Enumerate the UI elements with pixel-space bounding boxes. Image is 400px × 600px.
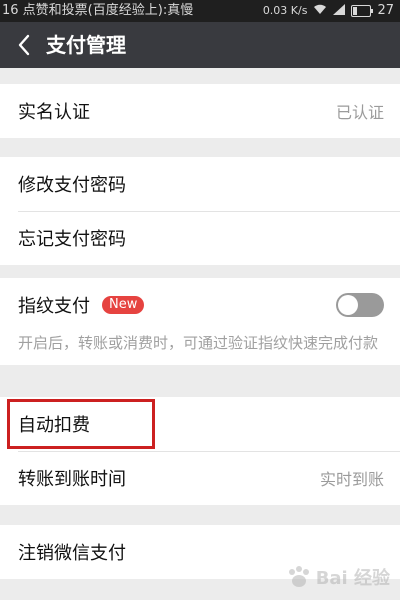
- back-button[interactable]: [10, 22, 38, 68]
- status-right: 0.03 K/s 27: [263, 0, 394, 22]
- network-speed: 0.03 K/s: [262, 4, 308, 17]
- status-notification-text: 16 点赞和投票(百度经验上):真慢: [2, 3, 194, 18]
- fingerprint-group: 指纹支付 New 开启后，转账或消费时，可通过验证指纹快速完成付款: [0, 278, 400, 365]
- fingerprint-row: 指纹支付 New: [0, 278, 400, 332]
- status-bar: 16 点赞和投票(百度经验上):真慢 0.03 K/s 27: [0, 0, 400, 22]
- realname-row[interactable]: 实名认证 已认证: [0, 84, 400, 138]
- fingerprint-description: 开启后，转账或消费时，可通过验证指纹快速完成付款: [18, 334, 379, 352]
- realname-status: 已认证: [335, 103, 384, 122]
- transfer-time-value: 实时到账: [319, 470, 384, 489]
- modify-password-label: 修改支付密码: [18, 175, 126, 196]
- transfer-time-label: 转账到账时间: [18, 469, 126, 490]
- forgot-password-row[interactable]: 忘记支付密码: [0, 211, 400, 265]
- chevron-left-icon: [18, 34, 30, 56]
- nav-header: 支付管理: [0, 22, 400, 68]
- cancel-pay-label: 注销微信支付: [18, 543, 126, 564]
- toggle-knob: [338, 295, 358, 315]
- transfer-time-row[interactable]: 转账到账时间 实时到账: [0, 451, 400, 505]
- watermark: Bai 经验: [286, 564, 390, 590]
- page-title: 支付管理: [46, 33, 126, 57]
- battery-percent: 27: [377, 3, 394, 18]
- signal-icon: [333, 0, 346, 22]
- fingerprint-label: 指纹支付: [18, 296, 90, 317]
- realname-group: 实名认证 已认证: [0, 84, 400, 138]
- modify-password-row[interactable]: 修改支付密码: [0, 157, 400, 211]
- highlight-annotation: [7, 399, 155, 449]
- wifi-icon: [313, 0, 327, 22]
- battery-fill: [353, 7, 358, 15]
- password-group: 修改支付密码 忘记支付密码: [0, 157, 400, 265]
- paw-logo-icon: [286, 566, 312, 588]
- realname-label: 实名认证: [18, 102, 90, 123]
- fingerprint-toggle[interactable]: [336, 293, 384, 317]
- screen: 16 点赞和投票(百度经验上):真慢 0.03 K/s 27 支付管理 实名认证: [0, 0, 400, 600]
- forgot-password-label: 忘记支付密码: [18, 229, 126, 250]
- new-badge: New: [102, 296, 145, 314]
- battery-icon: [351, 5, 374, 17]
- watermark-text: Bai 经验: [315, 568, 390, 589]
